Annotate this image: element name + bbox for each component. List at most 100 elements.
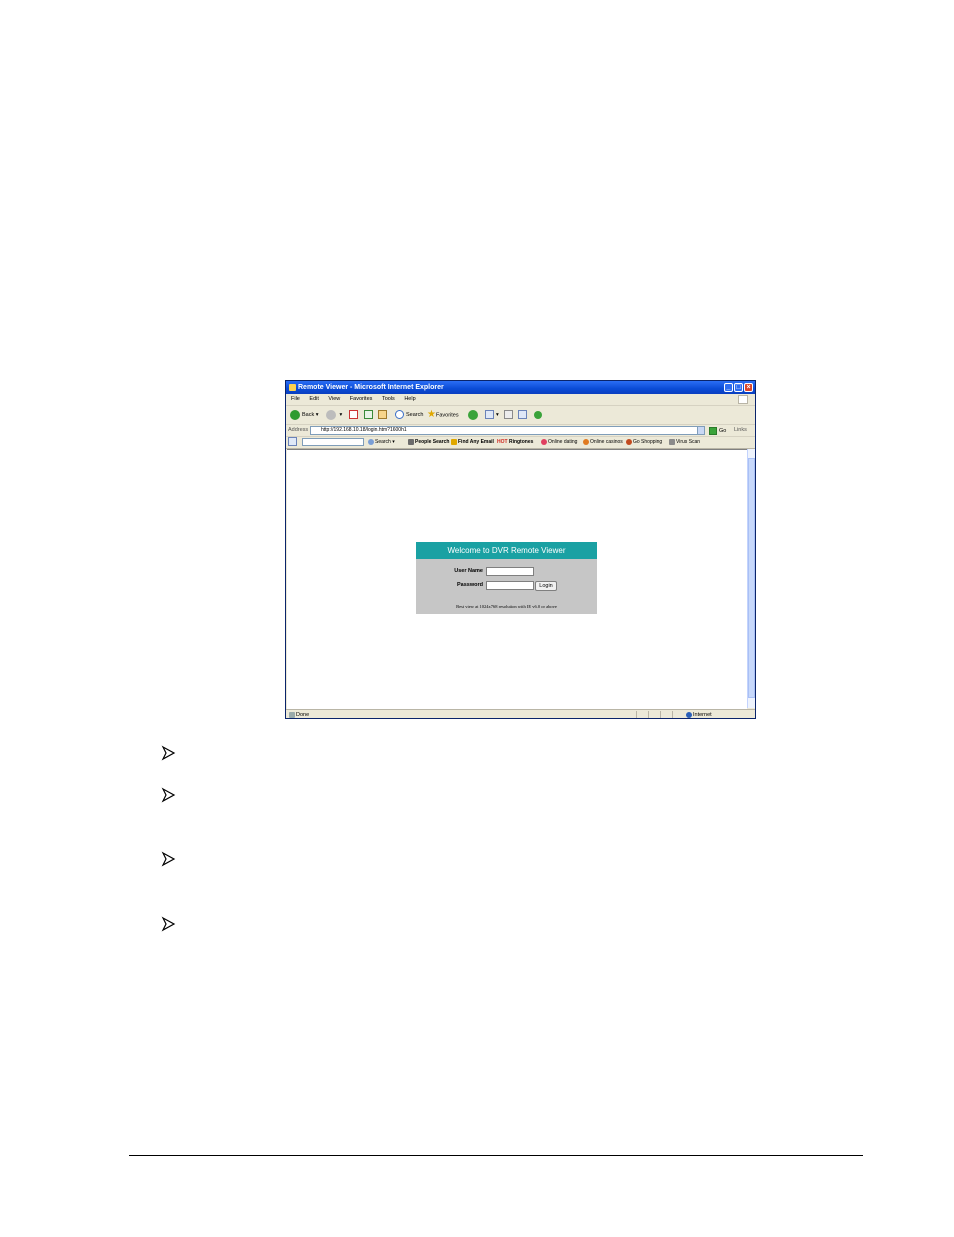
link-online-casinos[interactable]: Online casinos <box>583 437 623 448</box>
favorites-label: Favorites <box>435 412 459 419</box>
casino-icon <box>583 438 589 445</box>
page-icon <box>289 711 295 718</box>
mail-button[interactable]: ▾ <box>485 409 499 421</box>
go-label: Go <box>719 428 727 434</box>
page-content: Welcome to DVR Remote Viewer User Name P… <box>287 449 747 709</box>
menu-favorites[interactable]: Favorites <box>350 396 373 402</box>
vertical-scrollbar[interactable] <box>747 449 755 708</box>
link-people-search-label: People Search <box>415 439 450 445</box>
status-text: Done <box>296 712 310 718</box>
menu-view[interactable]: View <box>328 396 340 402</box>
virus-scan-icon <box>669 438 675 445</box>
history-button[interactable] <box>468 409 480 421</box>
login-title: Welcome to DVR Remote Viewer <box>416 542 597 559</box>
search-label: Search <box>406 412 424 418</box>
link-go-shopping-label: Go Shopping <box>633 439 663 445</box>
title-bar: Remote Viewer - Microsoft Internet Explo… <box>286 381 755 394</box>
link-virus-scan-label: Virus Scan <box>676 439 701 445</box>
bullet-arrow-icon <box>161 787 176 803</box>
windows-logo-icon <box>738 395 748 404</box>
forward-button[interactable]: ▾ <box>326 409 342 421</box>
people-search-icon <box>408 438 414 445</box>
window-title: Remote Viewer - Microsoft Internet Explo… <box>298 384 444 391</box>
link-ringtones-label: Ringtones <box>508 439 534 445</box>
link-online-dating-label: Online dating <box>548 439 578 445</box>
status-bar: Done Internet <box>286 709 755 718</box>
menu-edit[interactable]: Edit <box>309 396 318 402</box>
link-find-any-email-label: Find Any Email <box>458 439 494 445</box>
status-done: Done <box>289 710 310 718</box>
username-input[interactable] <box>486 567 534 576</box>
favorites-button[interactable]: ★Favorites <box>427 409 459 421</box>
back-arrow-icon <box>290 409 300 420</box>
edit-button[interactable] <box>518 409 529 421</box>
standard-toolbar: Back ▾ ▾ Search ★Favorites ▾ <box>286 406 755 425</box>
search-button[interactable]: Search <box>395 409 423 421</box>
link-online-casinos-label: Online casinos <box>590 439 623 445</box>
link-online-dating[interactable]: Online dating <box>541 437 577 448</box>
status-divider <box>672 711 673 718</box>
print-icon <box>504 410 513 420</box>
menu-bar: File Edit View Favorites Tools Help <box>286 394 755 406</box>
toolbar-search-label: Search <box>375 439 391 445</box>
toolbar-search-input[interactable] <box>302 438 364 446</box>
menu-file[interactable]: File <box>291 396 300 402</box>
minimize-icon[interactable]: _ <box>724 383 733 392</box>
stop-button[interactable] <box>349 409 360 421</box>
hot-badge: HOT <box>497 439 508 445</box>
link-find-any-email[interactable]: Find Any Email <box>451 437 494 448</box>
link-go-shopping[interactable]: Go Shopping <box>626 437 662 448</box>
go-arrow-icon <box>709 426 717 435</box>
links-label[interactable]: Links <box>734 425 747 436</box>
password-label: Password <box>457 582 483 588</box>
home-button[interactable] <box>378 409 389 421</box>
link-virus-scan[interactable]: Virus Scan <box>669 437 700 448</box>
messenger-icon <box>534 410 542 419</box>
close-icon[interactable]: × <box>744 383 753 392</box>
status-divider <box>636 711 637 718</box>
footer-rule <box>129 1155 863 1156</box>
back-label: Back <box>302 412 315 418</box>
ie-icon <box>289 384 296 391</box>
search-icon <box>395 410 404 420</box>
email-icon <box>451 438 457 445</box>
browser-window-screenshot: Remote Viewer - Microsoft Internet Explo… <box>285 380 756 719</box>
shopping-icon <box>626 438 632 445</box>
maximize-icon[interactable]: □ <box>734 383 743 392</box>
username-label: User Name <box>454 568 483 574</box>
link-hot-ringtones[interactable]: HOT Ringtones <box>497 437 533 448</box>
status-divider <box>648 711 649 718</box>
link-people-search[interactable]: People Search <box>408 437 449 448</box>
address-input[interactable]: http://192.168.10.18/login.htm?1600h1 <box>310 426 700 435</box>
back-button[interactable]: Back ▾ <box>290 409 319 421</box>
print-button[interactable] <box>504 409 515 421</box>
mail-icon <box>485 410 494 420</box>
links-toolbar: Search ▾ People Search Find Any Email HO… <box>286 437 755 449</box>
address-dropdown-icon[interactable] <box>697 426 705 435</box>
home-icon <box>378 410 387 420</box>
status-zone-label: Internet <box>693 712 712 718</box>
go-button[interactable]: Go <box>709 426 726 437</box>
toolbar-search-button[interactable]: Search ▾ <box>368 437 395 448</box>
star-icon: ★ <box>427 409 436 420</box>
messenger-button[interactable] <box>534 409 544 421</box>
menu-help[interactable]: Help <box>404 396 415 402</box>
toolbar-logo-icon <box>288 437 299 448</box>
refresh-icon <box>364 410 373 420</box>
bullet-arrow-icon <box>161 851 176 867</box>
login-button[interactable]: Login <box>535 581 557 591</box>
history-icon <box>468 409 478 420</box>
password-input[interactable] <box>486 581 534 590</box>
heart-icon <box>541 438 547 445</box>
scrollbar-thumb[interactable] <box>748 458 755 698</box>
address-bar: Address http://192.168.10.18/login.htm?1… <box>286 425 755 437</box>
refresh-button[interactable] <box>364 409 375 421</box>
bullet-arrow-icon <box>161 916 176 932</box>
menu-tools[interactable]: Tools <box>382 396 395 402</box>
status-zone: Internet <box>686 710 712 718</box>
globe-icon <box>686 711 692 718</box>
bullet-arrow-icon <box>161 745 176 761</box>
resolution-note: Best view at 1024x768 resolution with IE… <box>456 604 557 609</box>
edit-icon <box>518 410 527 420</box>
forward-arrow-icon <box>326 409 336 420</box>
